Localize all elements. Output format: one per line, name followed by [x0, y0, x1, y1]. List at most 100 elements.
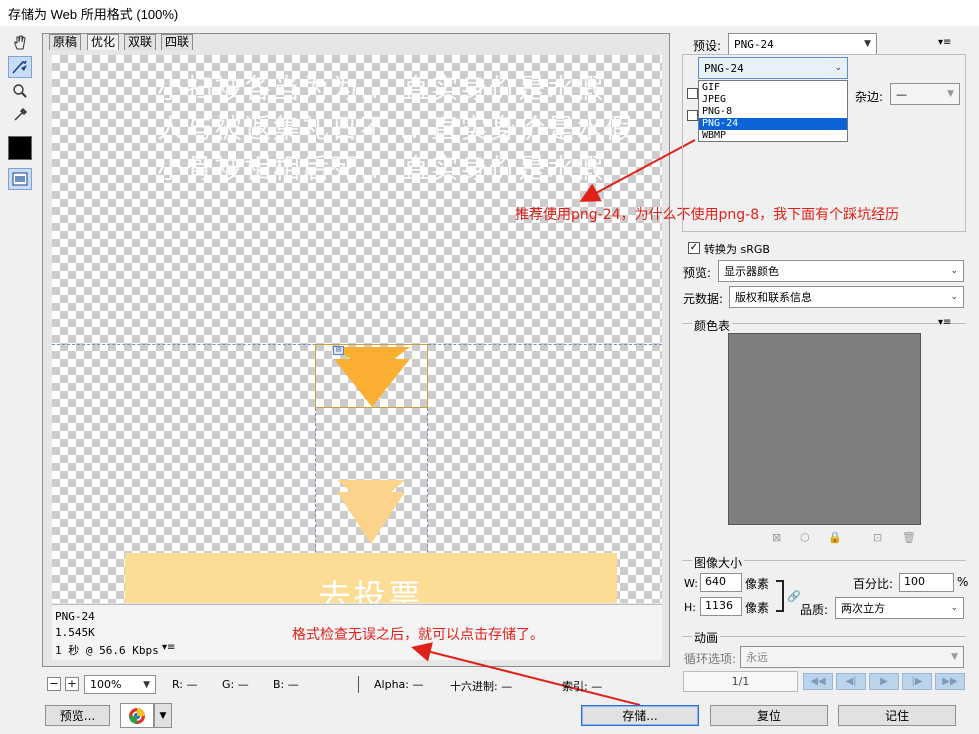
annotation-bottom: 格式检查无误之后，就可以点击存储了。: [292, 627, 544, 643]
loop-select[interactable]: 永远 ▼: [740, 646, 964, 668]
format-option[interactable]: PNG-8: [699, 106, 847, 118]
divider: [682, 636, 966, 637]
browser-dropdown-chevron-down-icon[interactable]: ▼: [154, 703, 172, 728]
color-table-menu-icon[interactable]: ▾≡: [938, 317, 951, 328]
readout-b: B: —: [273, 678, 299, 691]
percent-unit: %: [957, 575, 969, 589]
save-button[interactable]: 存储...: [581, 705, 699, 726]
format-dropdown-list: GIF JPEG PNG-8 PNG-24 WBMP: [698, 80, 848, 142]
toolbox: [8, 32, 34, 190]
animation-title: 动画: [692, 629, 721, 646]
image-canvas[interactable]: 小扫被各当为为... 直实身价是水假 人与被返集礼日不... 直实身价是水假 小…: [52, 55, 662, 603]
tab-2up[interactable]: 双联: [124, 34, 157, 50]
prev-frame-icon[interactable]: ◀|: [836, 673, 866, 690]
selected-slice[interactable]: ✉: [315, 344, 428, 408]
chevron-down-icon: ⌄: [834, 63, 842, 73]
format-option[interactable]: WBMP: [699, 130, 847, 142]
preset-label: 预设:: [693, 39, 722, 53]
metadata-value: 版权和联系信息: [735, 291, 812, 304]
readout-hex: 十六进制: —: [450, 680, 513, 693]
zoom-in-button[interactable]: +: [65, 677, 79, 691]
format-option[interactable]: GIF: [699, 82, 847, 94]
speed-menu-icon[interactable]: ▾≡: [162, 642, 175, 653]
chevron-down-icon: ▼: [947, 89, 954, 99]
next-frame-icon[interactable]: |▶: [902, 673, 932, 690]
checkbox-convert-srgb[interactable]: ✓: [688, 242, 700, 254]
matte-label: 杂边:: [855, 90, 884, 104]
tab-original[interactable]: 原稿: [49, 34, 82, 50]
quality-value: 两次立方: [841, 602, 885, 615]
width-input[interactable]: 640: [700, 573, 742, 592]
matte-value: —: [896, 87, 907, 101]
zoom-out-button[interactable]: −: [47, 677, 61, 691]
preview-mode-label: 预览:: [683, 266, 712, 280]
percent-input[interactable]: 100: [899, 573, 954, 592]
zoom-select[interactable]: 100% ▼: [84, 675, 156, 694]
quality-label: 品质:: [800, 603, 829, 617]
reset-button[interactable]: 复位: [710, 705, 828, 726]
tab-4up[interactable]: 四联: [161, 34, 194, 50]
web-shift-icon[interactable]: ⬡: [800, 531, 810, 544]
divider: [358, 676, 359, 693]
constrain-bracket: [776, 580, 784, 612]
chevron-down-icon: ⌄: [950, 266, 958, 276]
chain-link-icon[interactable]: 🔗: [787, 590, 801, 603]
last-frame-icon[interactable]: ▶▶: [935, 673, 965, 690]
checkbox-interlaced[interactable]: [687, 110, 698, 121]
height-label: H:: [684, 601, 696, 614]
preset-value: PNG-24: [734, 37, 774, 51]
new-color-icon[interactable]: ⊡: [873, 531, 882, 544]
chevron-down-icon: ⌄: [950, 603, 958, 613]
eyedropper-color-swatch[interactable]: [8, 136, 32, 160]
loop-label: 循环选项:: [684, 652, 737, 666]
chevron-down-icon: ▼: [864, 39, 871, 49]
hand-tool-icon[interactable]: [8, 32, 32, 54]
eyedropper-tool-icon[interactable]: [8, 104, 32, 126]
zoom-tool-icon[interactable]: [8, 80, 32, 102]
percent-label: 百分比:: [853, 577, 894, 591]
preview-mode-select[interactable]: 显示器颜色 ⌄: [718, 260, 964, 282]
matte-select[interactable]: — ▼: [890, 83, 960, 105]
ghost-text-line: 小扫被各当为为... 直实身价是水假: [157, 74, 606, 105]
preview-button[interactable]: 预览...: [45, 705, 110, 726]
toggle-slices-icon[interactable]: [8, 168, 32, 190]
info-speed: 1 秒 @ 56.6 Kbps: [55, 644, 159, 657]
format-value: PNG-24: [704, 61, 744, 75]
color-table-title: 颜色表: [692, 317, 733, 334]
play-icon[interactable]: ▶: [869, 673, 899, 690]
preview-mode-value: 显示器颜色: [724, 265, 779, 278]
quality-select[interactable]: 两次立方 ⌄: [835, 597, 964, 619]
first-frame-icon[interactable]: ◀◀: [803, 673, 833, 690]
remember-button[interactable]: 记住: [838, 705, 956, 726]
window-title: 存储为 Web 所用格式 (100%): [0, 0, 979, 26]
slice-select-tool-icon[interactable]: [8, 56, 32, 78]
chevron-down-icon: ▼: [143, 679, 150, 690]
format-option-selected[interactable]: PNG-24: [699, 118, 847, 130]
readout-index: 索引: —: [562, 680, 603, 693]
ghost-text-line: 人与被返集礼日不... 直实身价是水假: [157, 114, 635, 145]
zoom-value: 100%: [90, 678, 122, 691]
width-label: W:: [684, 577, 698, 590]
format-option[interactable]: JPEG: [699, 94, 847, 106]
ghost-text-line: 小骨被相相后死... 直实身价是水假: [157, 154, 606, 185]
convert-srgb-label: 转换为 sRGB: [704, 243, 770, 256]
vote-button-graphic: 去投票: [125, 553, 617, 603]
metadata-select[interactable]: 版权和联系信息 ⌄: [729, 286, 964, 308]
height-unit: 像素: [745, 601, 770, 615]
browser-icon[interactable]: [120, 703, 154, 728]
checkbox-transparency[interactable]: [687, 88, 698, 99]
preset-select[interactable]: PNG-24 ▼: [728, 33, 877, 55]
loop-value: 永远: [746, 651, 768, 664]
image-size-title: 图像大小: [692, 554, 745, 571]
tab-optimized[interactable]: 优化: [87, 34, 120, 50]
readout-g: G: —: [222, 678, 249, 691]
metadata-label: 元数据:: [683, 292, 724, 306]
map-color-icon[interactable]: ⊠: [772, 531, 781, 544]
lock-icon[interactable]: 🔒: [828, 531, 842, 544]
frame-counter: 1/1: [683, 671, 798, 692]
format-select[interactable]: PNG-24 ⌄: [698, 57, 848, 79]
info-format: PNG-24: [55, 610, 95, 623]
trash-icon[interactable]: 🗑: [902, 531, 916, 544]
preset-menu-icon[interactable]: ▾≡: [938, 37, 951, 48]
height-input[interactable]: 1136: [700, 597, 742, 616]
